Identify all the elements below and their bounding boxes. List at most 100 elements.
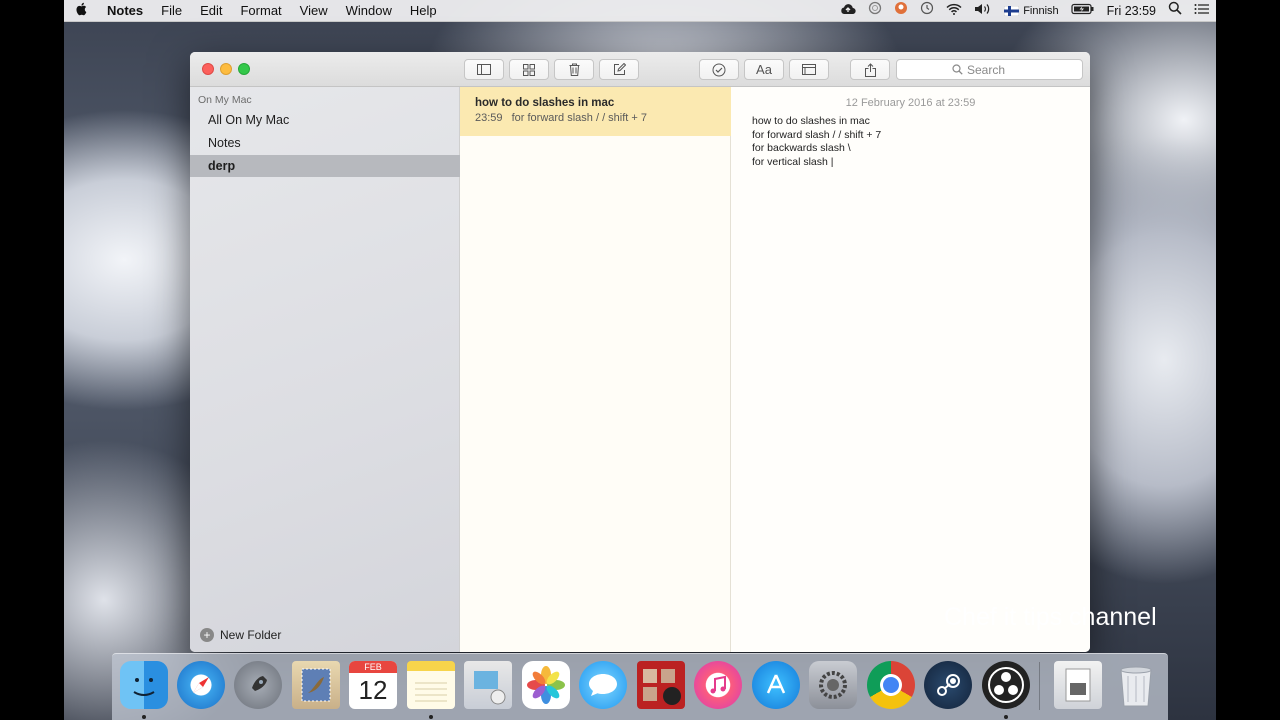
note-meta: 23:59 for forward slash / / shift + 7 — [475, 112, 731, 124]
menu-format[interactable]: Format — [231, 0, 290, 22]
toolbar: Aa — [190, 52, 1090, 87]
rocket-icon — [252, 676, 267, 691]
wifi-icon[interactable] — [940, 0, 968, 22]
table-icon — [802, 64, 816, 75]
dock-preview[interactable] — [464, 661, 512, 709]
dock: FEB 12 — [112, 653, 1168, 720]
clock[interactable]: Fri 23:59 — [1101, 0, 1162, 22]
plus-icon: + — [200, 628, 214, 642]
obs-icon — [988, 667, 1024, 703]
zoom-button[interactable] — [238, 63, 250, 75]
sidebar-item-label: Notes — [208, 136, 241, 150]
dock-photo-booth[interactable] — [637, 661, 685, 709]
compose-icon — [613, 63, 626, 75]
note-line: how to do slashes in mac — [752, 115, 870, 127]
sidebar-toggle-button[interactable] — [464, 59, 504, 80]
note-list: how to do slashes in mac 23:59 for forwa… — [460, 87, 731, 652]
new-folder-button[interactable]: + New Folder — [200, 628, 281, 642]
checklist-button[interactable] — [699, 59, 739, 80]
folder-sidebar: On My Mac All On My Mac Notes derp + New… — [190, 87, 460, 652]
search-icon[interactable] — [1162, 0, 1188, 22]
note-body[interactable]: how to do slashes in mac for forward sla… — [752, 115, 881, 169]
flower-icon — [527, 666, 565, 704]
new-folder-label: New Folder — [220, 628, 282, 642]
note-line: for forward slash / / shift + 7 — [752, 128, 882, 141]
lines-icon — [415, 682, 447, 702]
battery-icon[interactable] — [1065, 0, 1101, 22]
dock-itunes[interactable] — [694, 661, 742, 709]
menu-edit[interactable]: Edit — [191, 0, 231, 22]
dock-photos[interactable] — [522, 661, 570, 709]
chrome-icon — [880, 674, 902, 696]
stamp-icon — [301, 668, 331, 702]
menu-file[interactable]: File — [152, 0, 191, 22]
sidebar-item-all-on-my-mac[interactable]: All On My Mac — [190, 109, 460, 131]
trash-icon — [1120, 666, 1152, 707]
dock-calendar[interactable]: FEB 12 — [349, 661, 397, 709]
dock-obs[interactable] — [982, 661, 1030, 709]
sidebar-item-notes[interactable]: Notes — [190, 132, 460, 154]
checklist-icon — [712, 63, 726, 76]
sidebar-section-heading: On My Mac — [198, 94, 252, 106]
status-area: Finnish Fri 23:59 — [834, 0, 1216, 22]
new-note-button[interactable] — [599, 59, 639, 80]
menu-app-name[interactable]: Notes — [98, 0, 152, 22]
menu-help[interactable]: Help — [401, 0, 446, 22]
notes-window: Aa On My Mac All On My Mac Notes d — [190, 52, 1090, 652]
note-editor[interactable]: 12 February 2016 at 23:59 how to do slas… — [731, 87, 1090, 652]
search-field[interactable] — [896, 59, 1083, 80]
speech-bubble-icon — [589, 674, 617, 696]
dock-launchpad[interactable] — [234, 661, 282, 709]
share-button[interactable] — [850, 59, 890, 80]
close-button[interactable] — [202, 63, 214, 75]
dock-safari[interactable] — [177, 661, 225, 709]
finder-icon — [133, 678, 155, 696]
dock-separator — [1039, 662, 1040, 710]
sync-icon[interactable] — [862, 0, 888, 22]
format-button[interactable]: Aa — [744, 59, 784, 80]
compass-icon — [193, 677, 209, 693]
dock-steam[interactable] — [924, 661, 972, 709]
dock-chrome[interactable] — [867, 661, 915, 709]
dock-mail[interactable] — [292, 661, 340, 709]
music-note-icon — [710, 675, 726, 694]
delete-button[interactable] — [554, 59, 594, 80]
menu-window[interactable]: Window — [337, 0, 401, 22]
input-source[interactable]: Finnish — [998, 0, 1064, 22]
list-icon[interactable] — [1188, 0, 1216, 22]
search-input[interactable] — [967, 62, 1027, 77]
trash-icon — [569, 63, 579, 76]
dock-app-store[interactable] — [752, 661, 800, 709]
dock-trash[interactable] — [1112, 661, 1160, 709]
channel-watermark: Chef it tips channel — [944, 603, 1157, 631]
time-machine-icon[interactable] — [914, 0, 940, 22]
volume-icon[interactable] — [968, 0, 998, 22]
menu-bar: Notes File Edit Format View Window Help — [64, 0, 1216, 22]
app-store-icon — [766, 674, 786, 694]
minimize-button[interactable] — [220, 63, 232, 75]
user-icon[interactable] — [888, 0, 914, 22]
dock-system-preferences[interactable] — [809, 661, 857, 709]
sidebar-item-derp[interactable]: derp — [190, 155, 460, 177]
dock-notes[interactable] — [407, 661, 455, 709]
menu-view[interactable]: View — [291, 0, 337, 22]
downloads-stack-icon — [1065, 668, 1091, 702]
dock-messages[interactable] — [579, 661, 627, 709]
preview-icon — [474, 671, 506, 705]
dock-downloads[interactable] — [1054, 661, 1102, 709]
sidebar-item-label: derp — [208, 159, 236, 173]
note-preview: for forward slash / / shift + 7 — [511, 112, 648, 124]
apple-icon[interactable] — [64, 0, 98, 22]
running-indicator — [1004, 715, 1008, 719]
dock-finder[interactable] — [120, 661, 168, 709]
sidebar-item-label: All On My Mac — [208, 113, 290, 127]
table-button[interactable] — [789, 59, 829, 80]
gear-icon — [819, 671, 847, 699]
format-icon: Aa — [756, 62, 772, 77]
note-line: for backwards slash \ — [752, 142, 851, 154]
cloud-upload-icon[interactable] — [834, 0, 862, 22]
attachments-button[interactable] — [509, 59, 549, 80]
share-icon — [864, 62, 876, 77]
sidebar-toggle-icon — [477, 64, 491, 75]
note-list-item[interactable]: how to do slashes in mac 23:59 for forwa… — [460, 87, 731, 136]
